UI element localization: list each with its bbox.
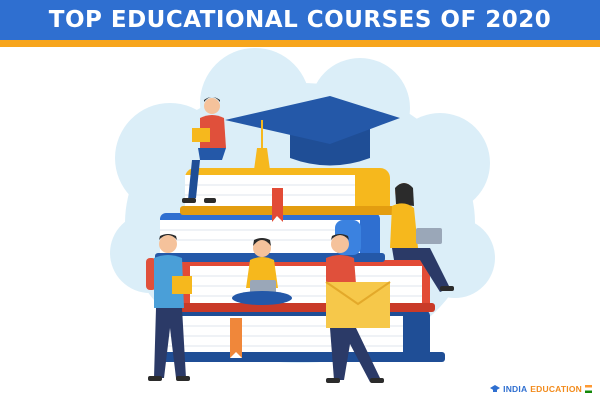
brand-logo: INDIA EDUCATION [490,384,592,394]
laptop-icon [416,228,442,244]
books-stack-scene [110,48,495,383]
title-bar: TOP EDUCATIONAL COURSES OF 2020 [0,0,600,40]
book-icon [192,128,210,142]
book-blue [155,213,385,262]
title-underline [0,40,600,47]
brand-text-education: EDUCATION [530,384,582,394]
books-illustration [0,48,600,400]
cap-logo-icon [490,385,501,392]
header-banner: TOP EDUCATIONAL COURSES OF 2020 [0,0,600,48]
brand-text-india: INDIA [503,384,528,394]
book-bottom [160,310,445,362]
book-yellow [180,168,395,222]
flag-icon [585,385,592,393]
book-icon [172,276,192,294]
book-red [170,260,435,312]
page-title: TOP EDUCATIONAL COURSES OF 2020 [48,7,552,33]
